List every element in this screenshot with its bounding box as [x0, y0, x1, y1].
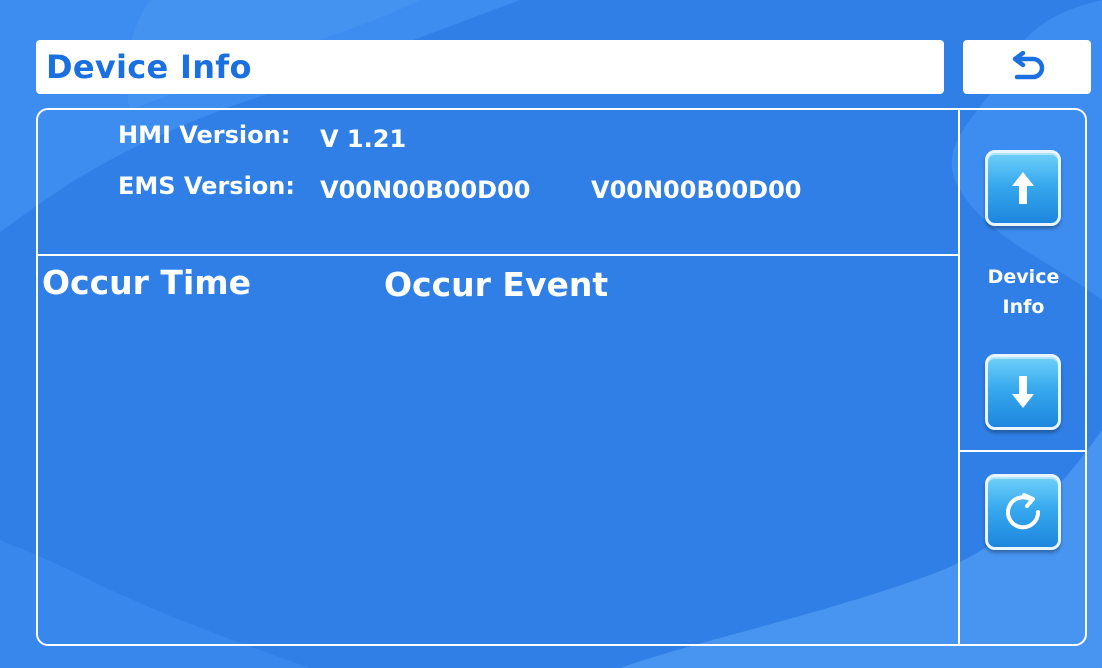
ems-version-value-1: V00N00B00D00	[320, 176, 531, 204]
page-up-button[interactable]	[985, 150, 1061, 226]
section-divider	[36, 254, 960, 256]
side-panel-divider	[958, 450, 1087, 452]
page-down-button[interactable]	[985, 354, 1061, 430]
hmi-version-value: V 1.21	[320, 125, 407, 153]
side-panel-label: Device Info	[960, 262, 1087, 322]
side-panel-label-line1: Device	[987, 266, 1060, 288]
refresh-button[interactable]	[985, 474, 1061, 550]
return-arrow-icon	[1012, 51, 1045, 80]
hmi-version-label: HMI Version:	[118, 121, 291, 149]
title-bar: Device Info	[36, 40, 944, 94]
arrow-down-icon	[1012, 376, 1034, 408]
page-title: Device Info	[46, 48, 252, 86]
ems-version-label: EMS Version:	[118, 172, 295, 200]
side-panel-label-line2: Info	[1002, 296, 1045, 318]
refresh-icon	[1006, 493, 1041, 530]
occur-time-header: Occur Time	[42, 263, 252, 302]
back-button[interactable]	[963, 40, 1091, 94]
occur-event-header: Occur Event	[384, 265, 609, 304]
panel-divider-vertical	[958, 108, 960, 646]
arrow-up-icon	[1012, 172, 1034, 204]
ems-version-value-2: V00N00B00D00	[591, 176, 802, 204]
